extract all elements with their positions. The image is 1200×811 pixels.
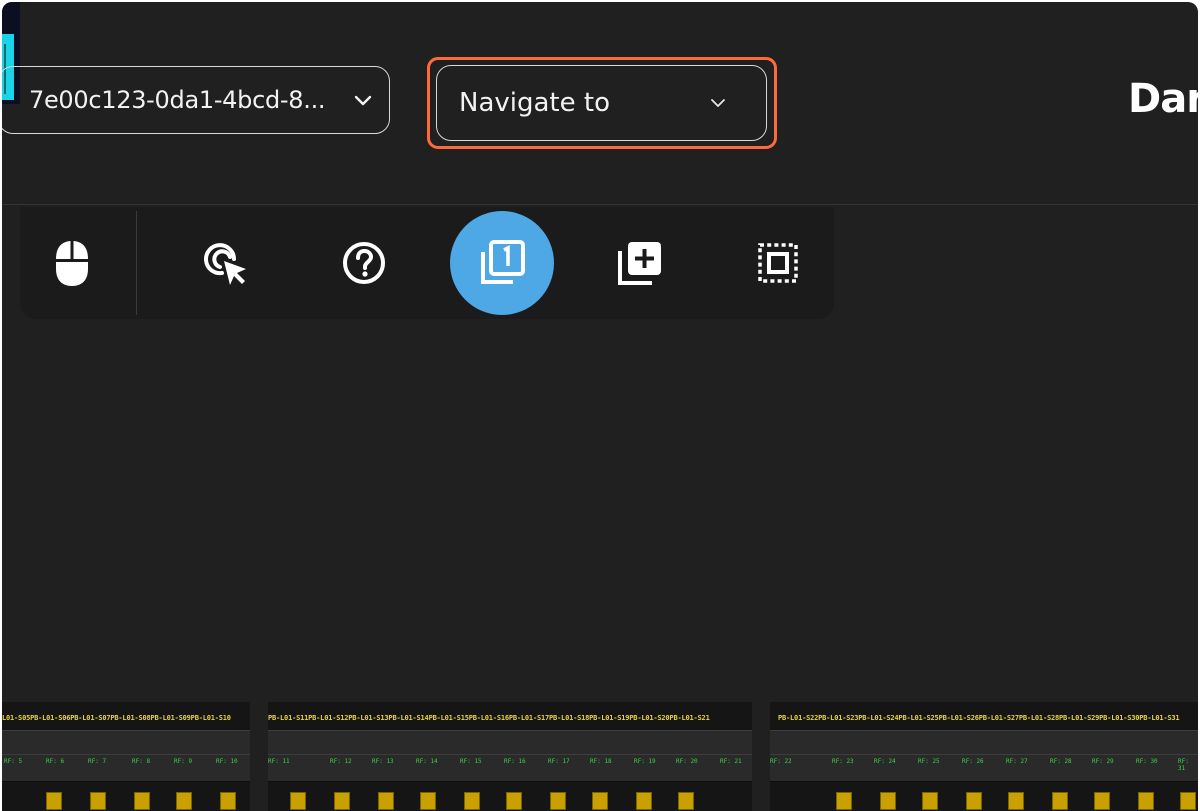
- rack-tier: [2, 754, 250, 782]
- rf-label: RF: 21: [720, 758, 742, 765]
- rf-label: RF: 12: [330, 758, 352, 765]
- rack-connector: [420, 792, 436, 810]
- add-copy-button[interactable]: [588, 207, 692, 319]
- rf-label: RF: 19: [634, 758, 656, 765]
- rf-label: RF: 8: [132, 758, 151, 765]
- rf-label: RF: 6: [46, 758, 65, 765]
- rf-label: RF: 5: [4, 758, 23, 765]
- rf-label: RF: 20: [676, 758, 698, 765]
- rf-label: RF: 30: [1136, 758, 1158, 765]
- brand-title: Dark: [1128, 76, 1198, 122]
- click-cursor-icon: [204, 243, 246, 285]
- rack-connector: [290, 792, 306, 810]
- rack-connector: [464, 792, 480, 810]
- rack-slot-labels: PB-L01-S22PB-L01-S23PB-L01-S24PB-L01-S25…: [778, 714, 1180, 722]
- rack-view: L01-S05PB-L01-S06PB-L01-S07PB-L01-S08PB-…: [2, 702, 1198, 811]
- rack-connector: [880, 792, 896, 810]
- select-area-button[interactable]: [726, 207, 830, 319]
- rack-connector: [836, 792, 852, 810]
- rf-label: RF: 7: [88, 758, 107, 765]
- rack-connector: [592, 792, 608, 810]
- add-copy-icon: [618, 242, 661, 285]
- rack-segment: L01-S05PB-L01-S06PB-L01-S07PB-L01-S08PB-…: [2, 702, 250, 811]
- rf-label: RF: 16: [504, 758, 526, 765]
- active-tool-indicator: [450, 211, 554, 315]
- single-page-button[interactable]: [450, 207, 554, 319]
- rf-label: RF: 23: [832, 758, 854, 765]
- rack-connector: [550, 792, 566, 810]
- navigate-to-label: Navigate to: [459, 88, 610, 118]
- chevron-down-icon: [354, 95, 372, 106]
- rack-connector: [1052, 792, 1068, 810]
- rack-connector: [922, 792, 938, 810]
- rack-segment: PB-L01-S22PB-L01-S23PB-L01-S24PB-L01-S25…: [770, 702, 1198, 811]
- rf-label: RF: 17: [548, 758, 570, 765]
- chevron-down-icon: [711, 99, 725, 107]
- rack-connector: [220, 792, 236, 810]
- session-select[interactable]: 7e00c123-0da1-4bcd-8...: [2, 66, 390, 134]
- mouse-icon: [56, 241, 88, 286]
- select-area-icon: [758, 243, 798, 283]
- rf-label: RF: 26: [962, 758, 984, 765]
- rack-connector: [1094, 792, 1110, 810]
- rf-label: RF: 27: [1006, 758, 1028, 765]
- rack-connector: [1180, 792, 1196, 810]
- rack-connector: [378, 792, 394, 810]
- rack-connector: [678, 792, 694, 810]
- single-page-icon: [481, 240, 525, 284]
- rack-connector: [46, 792, 62, 810]
- navigate-to-select[interactable]: Navigate to: [436, 65, 767, 141]
- rack-connector: [506, 792, 522, 810]
- tool-palette: [20, 207, 834, 319]
- rack-segment: PB-L01-S11PB-L01-S12PB-L01-S13PB-L01-S14…: [268, 702, 752, 811]
- rack-connector: [90, 792, 106, 810]
- rf-label: RF: 13: [372, 758, 394, 765]
- rf-label: RF: 18: [590, 758, 612, 765]
- tool-separator: [136, 211, 137, 315]
- header-divider: [2, 204, 1198, 205]
- rack-connector: [334, 792, 350, 810]
- rf-label: RF: 28: [1050, 758, 1072, 765]
- rf-label: RF: 11: [268, 758, 290, 765]
- rf-label: RF: 9: [174, 758, 193, 765]
- rack-slot-labels: L01-S05PB-L01-S06PB-L01-S07PB-L01-S08PB-…: [2, 714, 231, 722]
- help-button[interactable]: [312, 207, 416, 319]
- rack-connector: [1138, 792, 1154, 810]
- rf-label: RF: 14: [416, 758, 438, 765]
- session-select-value: 7e00c123-0da1-4bcd-8...: [29, 86, 326, 114]
- rf-label: RF: 24: [874, 758, 896, 765]
- click-tool-button[interactable]: [174, 207, 278, 319]
- help-icon: [343, 242, 385, 284]
- rack-connector: [134, 792, 150, 810]
- rf-label: RF: 10: [216, 758, 238, 765]
- rf-label: RF: 31: [1178, 758, 1189, 772]
- rack-connector: [176, 792, 192, 810]
- rf-label: RF: 15: [460, 758, 482, 765]
- rack-connector: [1008, 792, 1024, 810]
- rf-label: RF: 29: [1092, 758, 1114, 765]
- rf-label: RF: 22: [770, 758, 792, 765]
- app-window: 7e00c123-0da1-4bcd-8... Navigate to Dark: [2, 2, 1198, 811]
- rack-connector: [966, 792, 982, 810]
- mouse-tool-button[interactable]: [20, 207, 124, 319]
- rack-slot-labels: PB-L01-S11PB-L01-S12PB-L01-S13PB-L01-S14…: [268, 714, 710, 722]
- rf-label: RF: 25: [918, 758, 940, 765]
- rack-connector: [636, 792, 652, 810]
